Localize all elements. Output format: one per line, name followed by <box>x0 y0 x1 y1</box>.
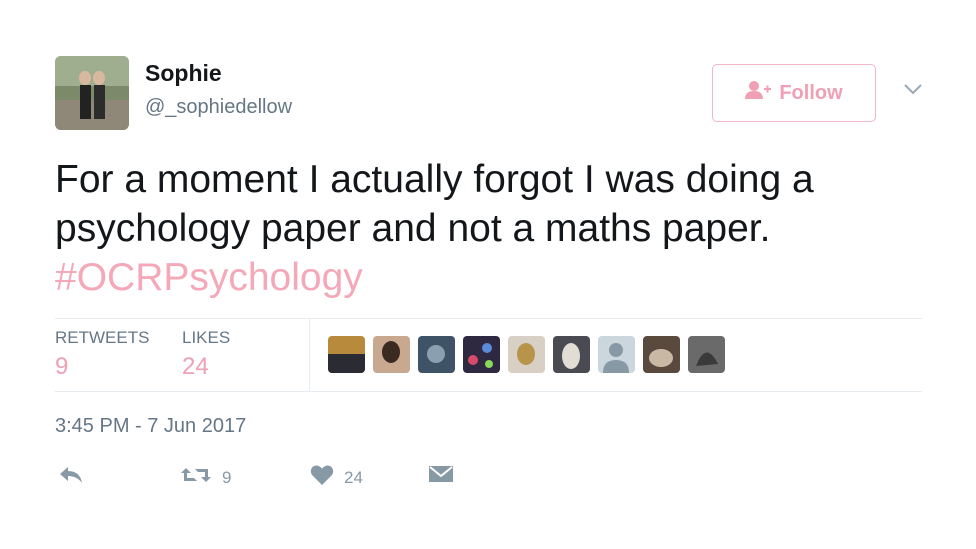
like-button[interactable]: 24 <box>310 464 363 491</box>
likes-label[interactable]: LIKES <box>182 328 230 348</box>
liker-avatar[interactable] <box>463 336 500 373</box>
user-avatar[interactable] <box>55 56 129 130</box>
tweet-text-line: psychology paper and not a maths paper. <box>55 207 771 250</box>
user-name[interactable]: Sophie <box>145 60 222 87</box>
likes-count[interactable]: 24 <box>182 353 209 381</box>
liker-avatar[interactable] <box>553 336 590 373</box>
divider <box>55 318 922 319</box>
liker-avatar[interactable] <box>418 336 455 373</box>
liker-avatar[interactable] <box>598 336 635 373</box>
retweets-label[interactable]: RETWEETS <box>55 328 149 348</box>
tweet-timestamp[interactable]: 3:45 PM - 7 Jun 2017 <box>55 415 246 438</box>
message-button[interactable] <box>428 464 454 491</box>
retweet-button[interactable]: 9 <box>180 464 231 491</box>
liker-avatar[interactable] <box>373 336 410 373</box>
retweet-count: 9 <box>222 467 232 487</box>
follow-button-label: Follow <box>779 81 843 104</box>
follow-button[interactable]: Follow <box>712 64 876 122</box>
tweet-text: For a moment I actually forgot I was doi… <box>55 155 935 302</box>
reply-icon <box>58 464 84 491</box>
message-icon <box>428 464 454 491</box>
liker-avatars <box>328 336 725 373</box>
liker-avatar[interactable] <box>328 336 365 373</box>
heart-icon <box>310 464 334 491</box>
retweets-count[interactable]: 9 <box>55 353 68 381</box>
chevron-down-icon[interactable] <box>903 82 923 101</box>
add-user-icon <box>745 80 772 106</box>
divider <box>55 391 922 392</box>
retweet-icon <box>180 464 212 491</box>
liker-avatar[interactable] <box>508 336 545 373</box>
liker-avatar[interactable] <box>688 336 725 373</box>
reply-button[interactable] <box>58 464 84 491</box>
user-handle[interactable]: @_sophiedellow <box>145 96 292 119</box>
like-count: 24 <box>344 467 363 487</box>
divider <box>309 319 310 391</box>
tweet-text-line: For a moment I actually forgot I was doi… <box>55 158 814 201</box>
hashtag-link[interactable]: #OCRPsychology <box>55 253 935 302</box>
liker-avatar[interactable] <box>643 336 680 373</box>
